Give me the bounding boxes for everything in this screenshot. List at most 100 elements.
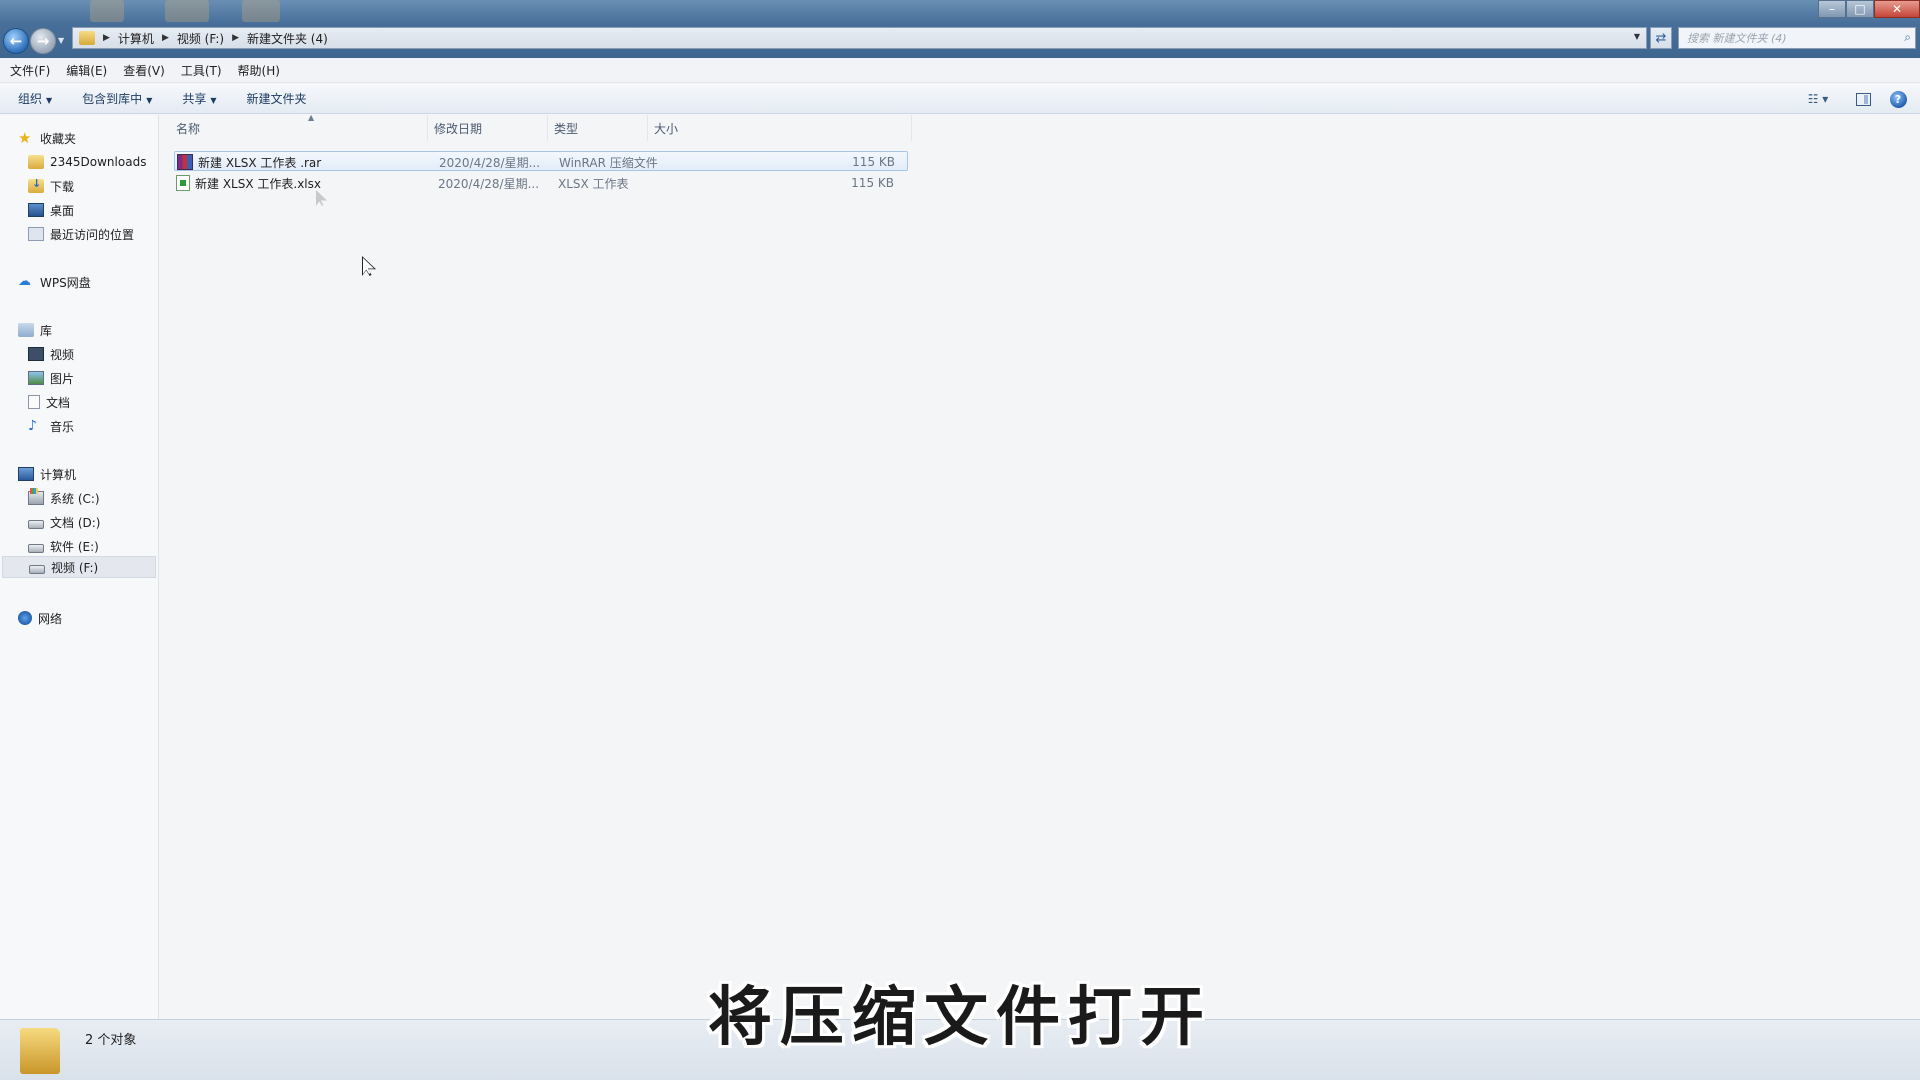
column-header-date[interactable]: 修改日期 xyxy=(428,115,548,141)
network-icon xyxy=(18,611,32,625)
sidebar-item-label: 图片 xyxy=(50,371,75,386)
column-header-label: 类型 xyxy=(554,121,579,136)
close-button[interactable]: ✕ xyxy=(1874,0,1920,18)
picture-library-icon xyxy=(28,371,44,385)
column-header-name[interactable]: 名称 ▲ xyxy=(170,113,428,141)
search-icon[interactable]: ⌕ xyxy=(1904,30,1911,45)
background-blur xyxy=(90,0,124,22)
menu-help[interactable]: 帮助(H) xyxy=(238,62,280,79)
menu-tools[interactable]: 工具(T) xyxy=(181,62,222,79)
help-button[interactable]: ? xyxy=(1888,89,1908,109)
sidebar-item-videos[interactable]: 视频 xyxy=(28,343,74,365)
desktop-icon xyxy=(28,203,44,217)
sidebar-item-drive-f[interactable]: 视频 (F:) xyxy=(2,556,156,578)
sidebar-item-label: 收藏夹 xyxy=(40,131,77,146)
download-folder-icon xyxy=(28,177,44,193)
sidebar-item-pictures[interactable]: 图片 xyxy=(28,367,74,389)
minimize-button[interactable]: – xyxy=(1818,0,1846,18)
new-folder-button[interactable]: 新建文件夹 xyxy=(247,90,307,107)
maximize-button[interactable]: □ xyxy=(1846,0,1874,18)
document-library-icon xyxy=(28,395,40,409)
forward-button[interactable]: → xyxy=(30,28,56,54)
share-button[interactable]: 共享 ▼ xyxy=(182,90,216,107)
file-name: 新建 XLSX 工作表 .rar xyxy=(198,155,322,170)
preview-pane-button[interactable] xyxy=(1852,89,1874,109)
menu-edit[interactable]: 编辑(E) xyxy=(66,62,107,79)
column-header-size[interactable]: 大小 xyxy=(648,115,912,141)
organize-button[interactable]: 组织 ▼ xyxy=(18,90,52,107)
sidebar-libraries[interactable]: 库 xyxy=(18,319,52,341)
refresh-button[interactable]: ⇄ xyxy=(1650,27,1672,49)
title-bar: ← → ▼ ▶ 计算机 ▶ 视频 (F:) ▶ 新建文件夹 (4) ▼ ⇄ 搜索… xyxy=(0,0,1920,58)
menu-view[interactable]: 查看(V) xyxy=(123,62,165,79)
menu-file[interactable]: 文件(F) xyxy=(10,62,50,79)
sidebar-item-drive-e[interactable]: 软件 (E:) xyxy=(28,535,99,557)
sidebar-item-label: 系统 (C:) xyxy=(50,491,100,506)
sidebar-item-label: 软件 (E:) xyxy=(50,539,99,554)
drive-icon xyxy=(28,519,44,529)
breadcrumb-separator-icon[interactable]: ▶ xyxy=(103,33,110,43)
refresh-icon: ⇄ xyxy=(1655,30,1667,46)
address-dropdown-icon[interactable]: ▼ xyxy=(1634,32,1640,41)
sort-ascending-icon: ▲ xyxy=(308,113,315,122)
share-label: 共享 xyxy=(182,92,207,106)
sidebar-item-recent-places[interactable]: 最近访问的位置 xyxy=(28,223,134,245)
file-size: 115 KB xyxy=(852,155,895,169)
sidebar-network[interactable]: 网络 xyxy=(18,607,62,629)
sidebar-item-label: 视频 (F:) xyxy=(51,560,99,575)
file-name-cell[interactable]: 新建 XLSX 工作表.xlsx xyxy=(176,173,321,193)
view-list-icon: ☷ ▾ xyxy=(1807,92,1829,106)
sidebar-item-label: 视频 xyxy=(50,347,75,362)
sidebar-item-2345downloads[interactable]: 2345Downloads xyxy=(28,151,146,173)
preview-pane-icon xyxy=(1855,92,1871,106)
system-drive-icon xyxy=(28,488,44,505)
sidebar-item-label: 网络 xyxy=(38,611,63,626)
search-placeholder: 搜索 新建文件夹 (4) xyxy=(1687,32,1787,45)
breadcrumb-separator-icon[interactable]: ▶ xyxy=(232,33,239,43)
video-subtitle: 将压缩文件打开 xyxy=(708,981,1212,1055)
folder-icon xyxy=(28,155,44,169)
back-button[interactable]: ← xyxy=(3,28,29,54)
sidebar-item-label: 文档 (D:) xyxy=(50,515,101,530)
sidebar-item-music[interactable]: ♪ 音乐 xyxy=(28,415,74,437)
file-list[interactable]: 名称 ▲ 修改日期 类型 大小 新建 XLSX 工作表 .rar 2020/4/… xyxy=(160,113,1920,1019)
column-header-type[interactable]: 类型 xyxy=(548,115,648,141)
sidebar-item-label: WPS网盘 xyxy=(40,275,91,290)
file-row-xlsx[interactable]: 新建 XLSX 工作表.xlsx 2020/4/28/星期... XLSX 工作… xyxy=(174,173,908,193)
sidebar-item-drive-d[interactable]: 文档 (D:) xyxy=(28,511,100,533)
chevron-down-icon: ▼ xyxy=(210,96,217,105)
breadcrumb-computer[interactable]: 计算机 xyxy=(118,30,154,47)
sidebar-favorites[interactable]: ★ 收藏夹 xyxy=(18,127,76,149)
file-type: XLSX 工作表 xyxy=(558,176,629,191)
background-blur xyxy=(242,0,280,22)
sidebar-item-label: 文档 xyxy=(46,395,71,410)
video-library-icon xyxy=(28,347,44,361)
include-in-library-button[interactable]: 包含到库中 ▼ xyxy=(82,90,152,107)
xlsx-icon xyxy=(176,175,190,191)
drive-icon xyxy=(28,543,44,553)
folder-icon xyxy=(79,31,95,45)
column-header-label: 名称 xyxy=(176,121,201,136)
file-type: WinRAR 压缩文件 xyxy=(559,155,658,170)
sidebar-item-downloads[interactable]: 下载 xyxy=(28,175,74,197)
sidebar-item-drive-c[interactable]: 系统 (C:) xyxy=(28,487,100,509)
sidebar-item-desktop[interactable]: 桌面 xyxy=(28,199,74,221)
recent-pages-dropdown[interactable]: ▼ xyxy=(58,36,64,45)
breadcrumb-drive-f[interactable]: 视频 (F:) xyxy=(177,30,224,47)
change-view-button[interactable]: ☷ ▾ xyxy=(1798,89,1838,109)
drive-icon xyxy=(29,564,45,574)
breadcrumb-separator-icon[interactable]: ▶ xyxy=(162,33,169,43)
menu-bar: 文件(F) 编辑(E) 查看(V) 工具(T) 帮助(H) xyxy=(0,58,1920,83)
sidebar-item-documents[interactable]: 文档 xyxy=(28,391,70,413)
organize-label: 组织 xyxy=(18,92,43,106)
sidebar-item-label: 最近访问的位置 xyxy=(50,227,135,242)
file-row-rar[interactable]: 新建 XLSX 工作表 .rar 2020/4/28/星期... WinRAR … xyxy=(174,151,908,171)
breadcrumb-current-folder[interactable]: 新建文件夹 (4) xyxy=(247,30,328,47)
sidebar-item-label: 库 xyxy=(40,323,53,338)
column-header-label: 修改日期 xyxy=(434,121,483,136)
file-name-cell[interactable]: 新建 XLSX 工作表 .rar xyxy=(177,152,321,172)
address-bar[interactable]: ▶ 计算机 ▶ 视频 (F:) ▶ 新建文件夹 (4) ▼ xyxy=(72,27,1647,49)
search-input[interactable]: 搜索 新建文件夹 (4) ⌕ xyxy=(1678,27,1916,49)
sidebar-computer[interactable]: 计算机 xyxy=(18,463,76,485)
sidebar-item-wps-cloud[interactable]: ☁ WPS网盘 xyxy=(18,271,91,293)
